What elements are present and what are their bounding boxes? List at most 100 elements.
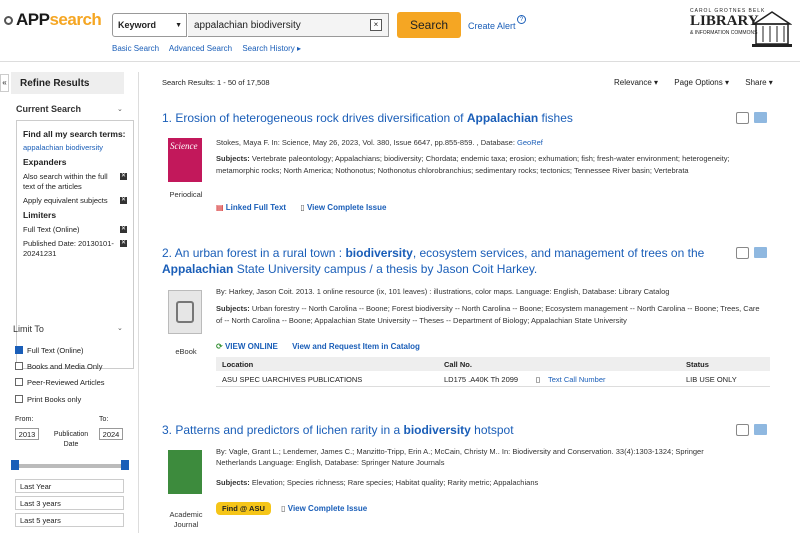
record-meta: Stokes, Maya F. In: Science, May 26, 202… (216, 138, 543, 147)
record-subjects: Subjects: Vertebrate paleontology; Appal… (216, 154, 730, 175)
folder-icon[interactable] (754, 112, 767, 123)
holdings-table: Location Call No. Status ASU SPEC UARCHI… (216, 357, 770, 387)
limit-full-text[interactable]: Full Text (Online) (15, 346, 84, 355)
record-tools (736, 112, 767, 126)
slider-handle-left[interactable] (11, 460, 19, 470)
limiter-item: Published Date: 20130101-20241231 ✕ (23, 239, 127, 258)
view-online-link[interactable]: VIEW ONLINE (225, 342, 278, 351)
find-at-asu-button[interactable]: Find @ ASU (216, 502, 271, 515)
publication-type: eBook (175, 347, 197, 356)
result-record: 1. Erosion of heterogeneous rock drives … (162, 110, 772, 220)
remove-icon[interactable]: ✕ (120, 240, 127, 247)
view-complete-issue-link[interactable]: View Complete Issue (288, 504, 367, 513)
pdf-icon: ▤ (216, 203, 224, 212)
current-search-header[interactable]: Current Search (16, 104, 81, 114)
holdings-row: ASU SPEC UARCHIVES PUBLICATIONS LD175 .A… (216, 371, 770, 387)
holdings-header: Location Call No. Status (216, 357, 770, 371)
limit-print-books[interactable]: Print Books only (15, 395, 81, 404)
results-count: Search Results: 1 - 50 of 17,508 (162, 78, 270, 87)
basic-search-link[interactable]: Basic Search (112, 44, 159, 53)
remove-icon[interactable]: ✕ (120, 197, 127, 204)
find-all-label: Find all my search terms: (23, 129, 126, 139)
result-record: 2. An urban forest in a rural town : bio… (162, 245, 772, 395)
limiter-item: Full Text (Online) ✕ (23, 225, 127, 234)
publication-date-range: From: To: 2013 2024 Publication Date (15, 416, 130, 456)
relevance-dropdown[interactable]: Relevance ▾ (614, 78, 658, 87)
cover-thumbnail[interactable]: Science (168, 138, 202, 182)
refine-sidebar: Refine Results Current Search ⌄ Find all… (11, 72, 139, 533)
folder-icon[interactable] (754, 424, 767, 435)
header: APPsearch Keyword ▼ × Search Create Aler… (0, 0, 800, 62)
search-history-link[interactable]: Search History ▸ (242, 44, 301, 53)
date-from-input[interactable]: 2013 (15, 428, 39, 440)
results-toolbar: Relevance ▾ Page Options ▾ Share ▾ (614, 78, 787, 87)
search-sublinks: Basic Search Advanced Search Search Hist… (112, 44, 309, 53)
preview-icon[interactable] (736, 247, 749, 259)
record-subjects: Subjects: Urban forestry -- North Caroli… (216, 304, 760, 325)
linked-full-text-link[interactable]: Linked Full Text (226, 203, 286, 212)
collapse-sidebar-button[interactable]: « (0, 74, 9, 92)
publication-date-label: Publication Date (53, 431, 89, 448)
chevron-down-icon: ▼ (175, 22, 182, 29)
cover-thumbnail[interactable] (168, 450, 202, 494)
create-alert-link[interactable]: Create Alert (468, 21, 516, 31)
expanders-label: Expanders (23, 157, 67, 167)
ebook-thumbnail[interactable] (168, 290, 202, 334)
remove-icon[interactable]: ✕ (120, 173, 127, 180)
online-icon: ⟳ (216, 342, 223, 351)
preset-last-3-years[interactable]: Last 3 years (15, 496, 124, 510)
library-logo[interactable]: CAROL GROTNES BELK LIBRARY & INFORMATION… (690, 8, 792, 48)
preview-icon[interactable] (736, 112, 749, 124)
clear-search-icon[interactable]: × (370, 19, 382, 31)
search-field-select[interactable]: Keyword ▼ (112, 13, 187, 37)
page-options-dropdown[interactable]: Page Options ▾ (674, 78, 729, 87)
preview-icon[interactable] (736, 424, 749, 436)
checkbox-icon[interactable] (15, 395, 23, 403)
database-link[interactable]: GeoRef (517, 138, 543, 147)
checkbox-icon[interactable] (15, 378, 23, 386)
record-meta: By: Harkey, Jason Coit. 2013. 1 online r… (216, 287, 670, 296)
expander-item: Apply equivalent subjects ✕ (23, 196, 127, 205)
text-call-number-link[interactable]: Text Call Number (548, 375, 606, 384)
record-title[interactable]: 2. An urban forest in a rural town : bio… (162, 245, 722, 277)
app-search-logo[interactable]: APPsearch (4, 10, 102, 30)
remove-icon[interactable]: ✕ (120, 226, 127, 233)
library-building-icon (752, 11, 792, 47)
chevron-down-icon[interactable]: ⌄ (117, 324, 123, 332)
refine-results-title: Refine Results (11, 72, 124, 94)
record-tools (736, 247, 767, 261)
ebook-icon (176, 301, 194, 323)
limit-books-media[interactable]: Books and Media Only (15, 362, 102, 371)
record-title[interactable]: 3. Patterns and predictors of lichen rar… (162, 422, 772, 438)
slider-handle-right[interactable] (121, 460, 129, 470)
record-actions: Find @ ASU ▯ View Complete Issue (216, 502, 379, 515)
search-button[interactable]: Search (397, 12, 461, 38)
record-title[interactable]: 1. Erosion of heterogeneous rock drives … (162, 110, 772, 126)
book-icon: ▯ (281, 504, 286, 513)
help-icon[interactable]: ? (517, 15, 526, 24)
date-to-input[interactable]: 2024 (99, 428, 123, 440)
chevron-down-icon[interactable]: ⌄ (117, 105, 123, 113)
preset-last-5-years[interactable]: Last 5 years (15, 513, 124, 527)
folder-icon[interactable] (754, 247, 767, 258)
search-terms-link[interactable]: appalachian biodiversity (23, 143, 127, 153)
magnifier-icon (4, 16, 13, 25)
record-actions: ▤ Linked Full Text ▯ View Complete Issue (216, 203, 398, 212)
record-meta: By: Vagle, Grant L.; Lendemer, James C.;… (216, 447, 704, 467)
search-input[interactable] (188, 13, 389, 37)
view-in-catalog-link[interactable]: View and Request Item in Catalog (292, 342, 420, 351)
limit-peer-reviewed[interactable]: Peer-Reviewed Articles (15, 378, 105, 387)
view-complete-issue-link[interactable]: View Complete Issue (307, 203, 386, 212)
checkbox-icon[interactable] (15, 362, 23, 370)
preset-last-year[interactable]: Last Year (15, 479, 124, 493)
record-subjects: Subjects: Elevation; Species richness; R… (216, 478, 539, 487)
record-tools (736, 424, 767, 438)
record-actions: ⟳ VIEW ONLINE View and Request Item in C… (216, 342, 432, 351)
limiters-label: Limiters (23, 210, 57, 220)
limit-to-header[interactable]: Limit To (13, 324, 44, 334)
date-slider[interactable] (11, 460, 129, 472)
checkbox-checked-icon[interactable] (15, 346, 23, 354)
advanced-search-link[interactable]: Advanced Search (169, 44, 232, 53)
phone-icon: ▯ (536, 375, 541, 384)
share-dropdown[interactable]: Share ▾ (745, 78, 773, 87)
